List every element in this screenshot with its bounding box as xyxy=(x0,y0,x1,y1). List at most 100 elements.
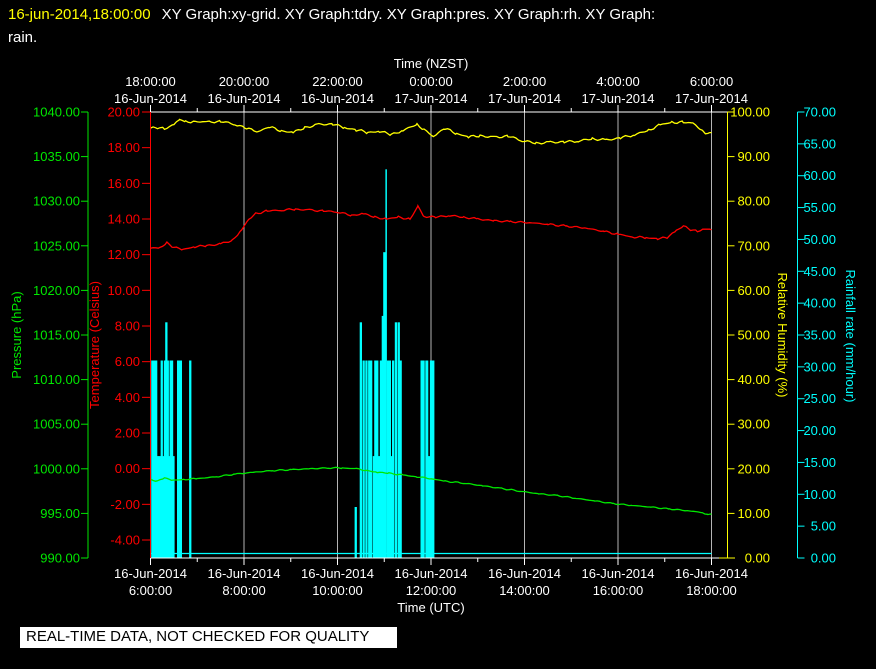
temperature-tick-label: 10.00 xyxy=(107,283,140,298)
bottom-tick-time: 12:00:00 xyxy=(406,583,457,598)
rain-tick-label: 40.00 xyxy=(803,296,836,311)
top-tick-date: 16-Jun-2014 xyxy=(301,91,374,106)
pressure-tick-label: 1005.00 xyxy=(33,417,80,432)
humidity-tick-label: 0.00 xyxy=(745,551,770,566)
top-tick-date: 16-Jun-2014 xyxy=(208,91,281,106)
humidity-tick-label: 70.00 xyxy=(737,238,770,253)
rain-tick-label: 10.00 xyxy=(803,487,836,502)
rain-tick-label: 50.00 xyxy=(803,232,836,247)
pressure-tick-label: 1040.00 xyxy=(33,105,80,120)
bottom-tick-time: 14:00:00 xyxy=(499,583,550,598)
temperature-tick-label: -4.00 xyxy=(110,533,140,548)
bottom-tick-date: 16-Jun-2014 xyxy=(395,566,468,581)
top-tick-time: 20:00:00 xyxy=(219,74,270,89)
temperature-tick-label: 14.00 xyxy=(107,212,140,227)
rain-tick-label: 65.00 xyxy=(803,136,836,151)
bottom-tick-date: 16-Jun-2014 xyxy=(208,566,281,581)
bottom-tick-time: 8:00:00 xyxy=(222,583,265,598)
pressure-tick-label: 1010.00 xyxy=(33,372,80,387)
bottom-tick-time: 18:00:00 xyxy=(686,583,737,598)
pressure-tick-label: 1020.00 xyxy=(33,283,80,298)
rain-bar xyxy=(172,456,175,558)
rain-tick-label: 0.00 xyxy=(811,551,836,566)
top-tick-time: 0:00:00 xyxy=(409,74,452,89)
pressure-tick-label: 990.00 xyxy=(40,551,80,566)
temperature-axis-title: Temperature (Celsius) xyxy=(87,281,102,409)
rain-tick-label: 45.00 xyxy=(803,264,836,279)
top-tick-time: 18:00:00 xyxy=(125,74,176,89)
bottom-tick-date: 16-Jun-2014 xyxy=(301,566,374,581)
rain-axis-title: Rainfall rate (mm/hour) xyxy=(843,270,858,403)
top-tick-date: 17-Jun-2014 xyxy=(395,91,468,106)
bottom-tick-time: 6:00:00 xyxy=(129,583,172,598)
rain-bar xyxy=(370,360,373,558)
bottom-axis-title: Time (UTC) xyxy=(397,600,464,615)
top-axis-title: Time (NZST) xyxy=(394,56,469,71)
rain-bar xyxy=(422,360,425,558)
top-tick-date: 17-Jun-2014 xyxy=(488,91,561,106)
humidity-tick-label: 10.00 xyxy=(737,506,770,521)
temperature-tick-label: -2.00 xyxy=(110,497,140,512)
bottom-tick-date: 16-Jun-2014 xyxy=(488,566,561,581)
quality-notice: REAL-TIME DATA, NOT CHECKED FOR QUALITY xyxy=(20,627,398,648)
humidity-tick-label: 50.00 xyxy=(737,328,770,343)
top-tick-time: 6:00:00 xyxy=(690,74,733,89)
top-tick-time: 22:00:00 xyxy=(312,74,363,89)
rain-bar xyxy=(177,360,182,558)
rain-tick-label: 5.00 xyxy=(811,519,836,534)
rain-bar xyxy=(385,169,387,558)
rain-bar xyxy=(189,360,192,558)
rain-bar xyxy=(392,360,395,558)
rain-bar xyxy=(365,360,368,558)
temperature-tick-label: 12.00 xyxy=(107,247,140,262)
temperature-tick-label: 0.00 xyxy=(115,461,140,476)
app-window: 16-jun-2014,18:00:00 XY Graph:xy-grid. XY… xyxy=(0,0,876,669)
pressure-axis-title: Pressure (hPa) xyxy=(9,291,24,378)
pressure-tick-label: 1030.00 xyxy=(33,194,80,209)
humidity-tick-label: 60.00 xyxy=(737,283,770,298)
pressure-tick-label: 1015.00 xyxy=(33,328,80,343)
rain-tick-label: 55.00 xyxy=(803,200,836,215)
humidity-tick-label: 30.00 xyxy=(737,417,770,432)
bottom-tick-date: 16-Jun-2014 xyxy=(675,566,748,581)
chart-svg: Time (NZST) 18:00:00 16-Jun-2014 20:00:00 16… xyxy=(9,56,858,615)
bottom-tick-time: 10:00:00 xyxy=(312,583,363,598)
temperature-tick-label: 16.00 xyxy=(107,176,140,191)
rain-bar xyxy=(399,360,402,558)
rain-bar xyxy=(431,360,435,558)
temperature-tick-label: 20.00 xyxy=(107,105,140,120)
temperature-tick-label: 18.00 xyxy=(107,140,140,155)
temperature-tick-label: 8.00 xyxy=(115,319,140,334)
rain-bar xyxy=(354,507,357,558)
rain-bar xyxy=(394,322,398,558)
pressure-tick-label: 1025.00 xyxy=(33,238,80,253)
humidity-tick-label: 100.00 xyxy=(730,105,770,120)
rain-tick-label: 15.00 xyxy=(803,455,836,470)
humidity-tick-label: 20.00 xyxy=(737,461,770,476)
bottom-tick-time: 16:00:00 xyxy=(593,583,644,598)
rain-tick-label: 20.00 xyxy=(803,423,836,438)
temperature-tick-label: 2.00 xyxy=(115,426,140,441)
pressure-tick-label: 1000.00 xyxy=(33,461,80,476)
temperature-tick-label: 4.00 xyxy=(115,390,140,405)
rain-bar xyxy=(425,360,429,558)
humidity-tick-label: 40.00 xyxy=(737,372,770,387)
rain-tick-label: 60.00 xyxy=(803,168,836,183)
humidity-tick-label: 80.00 xyxy=(737,194,770,209)
top-tick-date: 17-Jun-2014 xyxy=(582,91,655,106)
rain-tick-label: 70.00 xyxy=(803,105,836,120)
top-tick-time: 4:00:00 xyxy=(596,74,639,89)
rain-tick-label: 25.00 xyxy=(803,391,836,406)
bottom-tick-date: 16-Jun-2014 xyxy=(582,566,655,581)
bottom-tick-date: 16-Jun-2014 xyxy=(114,566,187,581)
rain-bar xyxy=(359,322,362,558)
rain-tick-label: 35.00 xyxy=(803,328,836,343)
temperature-tick-label: 6.00 xyxy=(115,354,140,369)
humidity-axis-title: Relative Humidity (%) xyxy=(775,273,790,398)
top-tick-time: 2:00:00 xyxy=(503,74,546,89)
pressure-tick-label: 995.00 xyxy=(40,506,80,521)
rain-tick-label: 30.00 xyxy=(803,359,836,374)
pressure-tick-label: 1035.00 xyxy=(33,149,80,164)
rain-bar xyxy=(362,360,365,558)
humidity-tick-label: 90.00 xyxy=(737,149,770,164)
